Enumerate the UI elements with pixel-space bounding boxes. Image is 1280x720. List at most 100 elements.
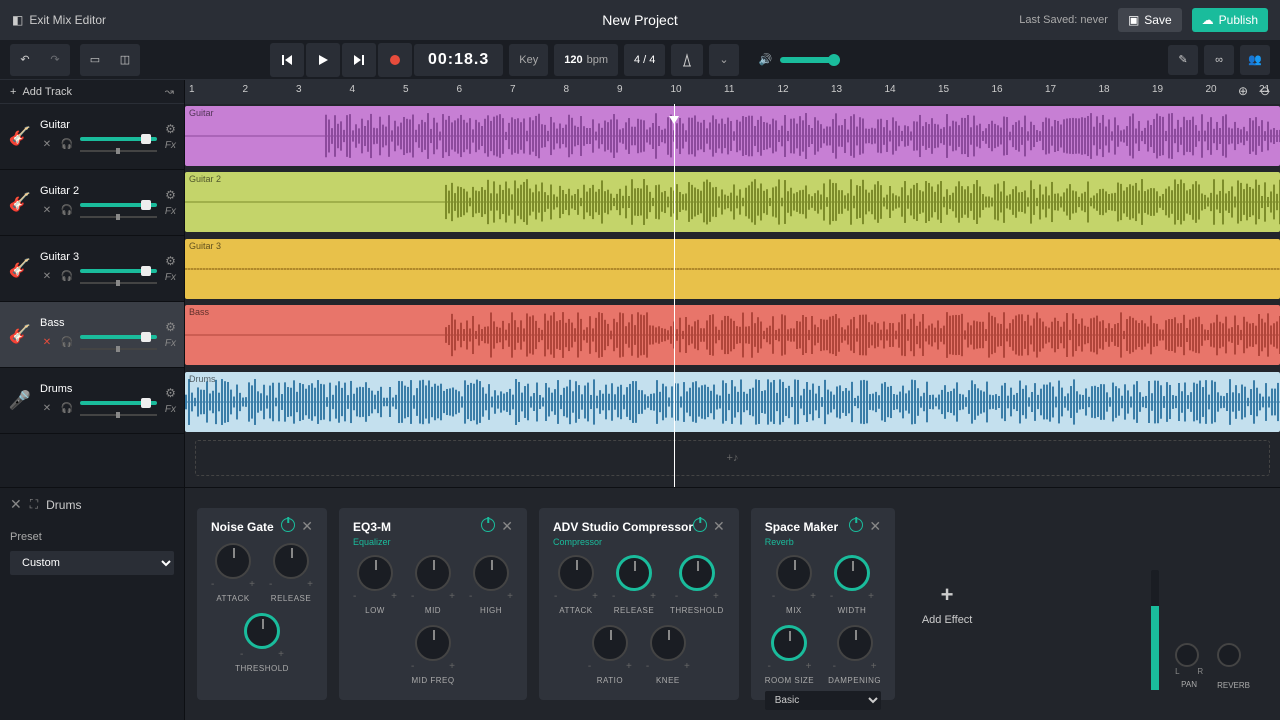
- mute-button[interactable]: ✕: [40, 401, 54, 415]
- close-fx-button[interactable]: ✕: [10, 496, 22, 513]
- gear-icon[interactable]: ⚙: [165, 320, 176, 334]
- collab-button[interactable]: 👥: [1240, 45, 1270, 75]
- key-selector[interactable]: Key: [509, 44, 548, 76]
- track-volume-slider[interactable]: [80, 332, 157, 352]
- fx-button[interactable]: Fx: [165, 206, 176, 217]
- exit-mix-editor-button[interactable]: ◧ Exit Mix Editor: [12, 13, 106, 27]
- solo-button[interactable]: 🎧: [60, 335, 74, 349]
- track-name[interactable]: Guitar 3: [40, 251, 157, 263]
- knob-threshold[interactable]: -+ THRESHOLD: [670, 555, 724, 615]
- knob-knee[interactable]: -+ KNEE: [646, 625, 690, 685]
- knob-ratio[interactable]: -+ RATIO: [588, 625, 632, 685]
- track-volume-slider[interactable]: [80, 134, 157, 154]
- effect-close-button[interactable]: ✕: [301, 518, 313, 535]
- knob-width[interactable]: -+ WIDTH: [830, 555, 874, 615]
- loop-button[interactable]: ∞: [1204, 45, 1234, 75]
- track-volume-slider[interactable]: [80, 266, 157, 286]
- effect-power-button[interactable]: [693, 518, 707, 532]
- knob-attack[interactable]: -+ ATTACK: [554, 555, 598, 615]
- preset-select[interactable]: Custom: [10, 551, 174, 575]
- time-display[interactable]: 00:18.3: [414, 44, 503, 76]
- knob-low[interactable]: -+ LOW: [353, 555, 397, 615]
- timeline[interactable]: ⊕ ⊖ 123456789101112131415161718192021222…: [185, 80, 1280, 487]
- solo-button[interactable]: 🎧: [60, 137, 74, 151]
- split-button[interactable]: ◫: [110, 45, 140, 75]
- effect-preset-select[interactable]: Basic: [765, 691, 881, 710]
- knob-release[interactable]: -+ RELEASE: [612, 555, 656, 615]
- publish-button[interactable]: ☁ Publish: [1192, 8, 1268, 32]
- mute-button[interactable]: ✕: [40, 203, 54, 217]
- automation-icon[interactable]: ↝: [165, 85, 174, 98]
- knob-dampening[interactable]: -+ DAMPENING: [828, 625, 881, 685]
- track-row[interactable]: 🎤 Drums ✕ 🎧 ⚙ Fx: [0, 368, 184, 434]
- track-row[interactable]: 🎸 Guitar 3 ✕ 🎧 ⚙ Fx: [0, 236, 184, 302]
- project-title[interactable]: New Project: [602, 12, 677, 28]
- brush-button[interactable]: ✎: [1168, 45, 1198, 75]
- bpm-selector[interactable]: 120 bpm: [554, 44, 618, 76]
- gear-icon[interactable]: ⚙: [165, 254, 176, 268]
- add-track-button[interactable]: + Add Track: [10, 86, 72, 98]
- gear-icon[interactable]: ⚙: [165, 188, 176, 202]
- mute-button[interactable]: ✕: [40, 269, 54, 283]
- fx-button[interactable]: Fx: [165, 338, 176, 349]
- save-button[interactable]: ▣ Save: [1118, 8, 1182, 32]
- effect-close-button[interactable]: ✕: [869, 518, 881, 535]
- fx-button[interactable]: Fx: [165, 140, 176, 151]
- expand-fx-button[interactable]: ⛶: [30, 497, 38, 512]
- fx-button[interactable]: Fx: [165, 272, 176, 283]
- mute-button[interactable]: ✕: [40, 137, 54, 151]
- knob-mid[interactable]: -+ MID: [411, 555, 455, 615]
- timesig-selector[interactable]: 4 / 4: [624, 44, 665, 76]
- gear-icon[interactable]: ⚙: [165, 386, 176, 400]
- metronome-button[interactable]: [671, 44, 703, 76]
- redo-button[interactable]: ↷: [40, 45, 70, 75]
- audio-clip[interactable]: Guitar: [185, 106, 1280, 166]
- solo-button[interactable]: 🎧: [60, 203, 74, 217]
- snap-button[interactable]: ▭: [80, 45, 110, 75]
- effect-power-button[interactable]: [849, 518, 863, 532]
- knob-mid-freq[interactable]: -+ MID FREQ: [411, 625, 455, 685]
- solo-button[interactable]: 🎧: [60, 269, 74, 283]
- effect-power-button[interactable]: [481, 518, 495, 532]
- fx-button[interactable]: Fx: [165, 404, 176, 415]
- ruler[interactable]: ⊕ ⊖ 123456789101112131415161718192021222…: [185, 80, 1280, 104]
- pan-knob[interactable]: [1175, 643, 1199, 667]
- effect-close-button[interactable]: ✕: [501, 518, 513, 535]
- undo-button[interactable]: ↶: [10, 45, 40, 75]
- track-name[interactable]: Bass: [40, 317, 157, 329]
- dropdown-button[interactable]: ⌄: [709, 44, 738, 76]
- audio-clip[interactable]: Drums: [185, 372, 1280, 432]
- skip-start-button[interactable]: [270, 43, 304, 77]
- zoom-in-button[interactable]: ⊕: [1234, 82, 1252, 100]
- master-volume-slider[interactable]: [780, 57, 840, 63]
- solo-button[interactable]: 🎧: [60, 401, 74, 415]
- audio-clip[interactable]: Guitar 2: [185, 172, 1280, 232]
- effect-close-button[interactable]: ✕: [713, 518, 725, 535]
- skip-end-button[interactable]: [342, 43, 376, 77]
- knob-release[interactable]: -+ RELEASE: [269, 543, 313, 603]
- track-volume-slider[interactable]: [80, 398, 157, 418]
- track-name[interactable]: Guitar: [40, 119, 157, 131]
- tracks-canvas[interactable]: Guitar Guitar 2 Guitar 3 Bass Drums +♪: [185, 104, 1280, 487]
- track-row[interactable]: 🎸 Bass ✕ 🎧 ⚙ Fx: [0, 302, 184, 368]
- add-effect-button[interactable]: + Add Effect: [907, 508, 987, 700]
- record-button[interactable]: [378, 43, 412, 77]
- knob-attack[interactable]: -+ ATTACK: [211, 543, 255, 603]
- mute-button[interactable]: ✕: [40, 335, 54, 349]
- reverb-knob[interactable]: [1217, 643, 1241, 667]
- effect-power-button[interactable]: [281, 518, 295, 532]
- audio-clip[interactable]: Guitar 3: [185, 239, 1280, 299]
- knob-threshold[interactable]: -+ THRESHOLD: [235, 613, 289, 673]
- empty-track-dropzone[interactable]: +♪: [195, 440, 1270, 476]
- knob-room-size[interactable]: -+ ROOM SIZE: [765, 625, 814, 685]
- track-row[interactable]: 🎸 Guitar ✕ 🎧 ⚙ Fx: [0, 104, 184, 170]
- gear-icon[interactable]: ⚙: [165, 122, 176, 136]
- track-volume-slider[interactable]: [80, 200, 157, 220]
- audio-clip[interactable]: Bass: [185, 305, 1280, 365]
- knob-mix[interactable]: -+ MIX: [772, 555, 816, 615]
- track-row[interactable]: 🎸 Guitar 2 ✕ 🎧 ⚙ Fx: [0, 170, 184, 236]
- knob-high[interactable]: -+ HIGH: [469, 555, 513, 615]
- play-button[interactable]: [306, 43, 340, 77]
- track-name[interactable]: Guitar 2: [40, 185, 157, 197]
- playhead[interactable]: [674, 104, 675, 487]
